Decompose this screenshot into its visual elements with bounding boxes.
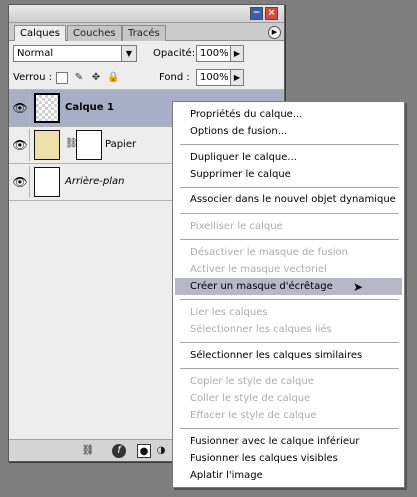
- menu-separator: [180, 342, 399, 343]
- panel-menu-button[interactable]: ▶: [268, 26, 281, 39]
- layer-name: Papier: [105, 139, 137, 150]
- fill-slider-button[interactable]: ▶: [230, 69, 244, 86]
- menu-item-merge-visible[interactable]: Fusionner les calques visibles: [175, 450, 402, 467]
- eye-icon[interactable]: 👁: [11, 166, 30, 198]
- minimize-button[interactable]: −: [250, 7, 263, 20]
- fx-icon[interactable]: f: [112, 444, 126, 458]
- lock-row: Verrou : ✎ ✥ 🔒 Fond : 100% ▶: [9, 66, 284, 90]
- tab-calques[interactable]: Calques: [14, 25, 66, 42]
- fill-field[interactable]: 100%: [196, 69, 231, 86]
- panel-tabs: Calques Couches Tracés ▶: [9, 23, 284, 42]
- eye-icon[interactable]: 👁: [11, 129, 30, 161]
- panel-menu-icon: ▶: [271, 28, 278, 36]
- padlock-icon[interactable]: 🔒: [107, 72, 119, 84]
- menu-item-convert-smart-object[interactable]: Associer dans le nouvel objet dynamique: [175, 191, 402, 208]
- menu-item-delete-layer[interactable]: Supprimer le calque: [175, 166, 402, 183]
- menu-item-flatten-image[interactable]: Aplatir l'image: [175, 467, 402, 484]
- menu-separator: [180, 239, 399, 240]
- menu-separator: [180, 368, 399, 369]
- menu-item-duplicate-layer[interactable]: Dupliquer le calque...: [175, 149, 402, 166]
- tab-couches[interactable]: Couches: [67, 25, 122, 41]
- close-icon: ×: [267, 8, 276, 18]
- lock-label: Verrou :: [13, 72, 53, 83]
- mask-icon[interactable]: ●: [137, 444, 151, 458]
- menu-item-merge-down[interactable]: Fusionner avec le calque inférieur: [175, 433, 402, 450]
- menu-item-copy-layer-style: Copier le style de calque: [190, 376, 314, 387]
- menu-item-rasterize-layer: Pixelliser le calque: [190, 221, 283, 232]
- menu-item-layer-properties[interactable]: Propriétés du calque...: [175, 106, 402, 123]
- opacity-field[interactable]: 100%: [196, 45, 231, 62]
- menu-separator: [180, 144, 399, 145]
- layer-thumbnail: [34, 167, 60, 197]
- blend-mode-value: Normal: [17, 48, 54, 59]
- menu-separator: [180, 428, 399, 429]
- menu-separator: [180, 213, 399, 214]
- chevron-down-icon[interactable]: ▼: [121, 46, 136, 61]
- adjustment-icon[interactable]: ◑: [154, 444, 168, 458]
- layer-thumbnail: [34, 93, 60, 123]
- opacity-label: Opacité:: [153, 48, 196, 59]
- eye-icon[interactable]: 👁: [11, 92, 30, 124]
- menu-item-link-layers: Lier les calques: [190, 307, 268, 318]
- layer-name: Calque 1: [65, 102, 115, 113]
- tab-traces[interactable]: Tracés: [122, 25, 166, 41]
- menu-separator: [180, 299, 399, 300]
- cursor-arrow-icon: ➤: [353, 280, 364, 294]
- link-icon[interactable]: ⛓: [81, 444, 95, 458]
- menu-item-disable-layer-mask: Désactiver le masque de fusion: [190, 247, 348, 258]
- brush-icon[interactable]: ✎: [73, 72, 85, 84]
- blend-row: Normal ▼ Opacité: 100% ▶: [9, 41, 284, 66]
- menu-item-paste-layer-style: Coller le style de calque: [190, 393, 311, 404]
- menu-item-select-similar-layers[interactable]: Sélectionner les calques similaires: [175, 347, 402, 364]
- menu-item-clear-layer-style: Effacer le style de calque: [190, 410, 317, 421]
- context-menu: Propriétés du calque... Options de fusio…: [172, 101, 405, 488]
- lock-transparent-icon[interactable]: [56, 72, 68, 84]
- menu-item-create-clipping-mask[interactable]: Créer un masque d'écrêtage: [175, 278, 402, 295]
- layer-name: Arrière-plan: [65, 176, 125, 187]
- menu-separator: [180, 187, 399, 188]
- close-button[interactable]: ×: [265, 7, 278, 20]
- menu-item-enable-vector-mask: Activer le masque vectoriel: [190, 264, 327, 275]
- fill-label: Fond :: [159, 72, 190, 83]
- minimize-icon: −: [252, 8, 261, 18]
- menu-item-blending-options[interactable]: Options de fusion...: [175, 123, 402, 140]
- layer-thumbnail: [34, 130, 60, 160]
- opacity-slider-button[interactable]: ▶: [230, 45, 244, 62]
- menu-item-select-linked-layers: Sélectionner les calques liés: [190, 324, 332, 335]
- panel-title-bar[interactable]: − ×: [9, 5, 284, 23]
- blend-mode-select[interactable]: Normal ▼: [13, 45, 137, 62]
- move-icon[interactable]: ✥: [90, 72, 102, 84]
- layer-mask-thumbnail[interactable]: [76, 130, 102, 160]
